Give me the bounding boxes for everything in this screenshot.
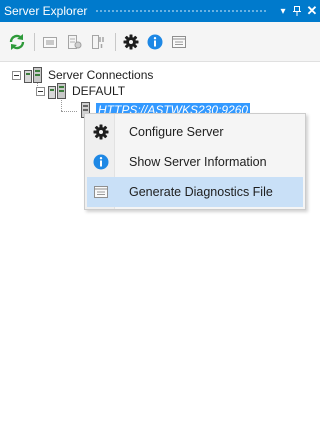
tree-node-server-connections[interactable]: Server Connections <box>12 67 153 83</box>
pin-icon <box>293 6 301 16</box>
refresh-icon <box>9 33 25 50</box>
collapse-toggle[interactable] <box>36 86 45 96</box>
menu-item-generate-diagnostics-file[interactable]: Generate Diagnostics File <box>87 177 303 207</box>
window-options-dropdown[interactable]: ▾ <box>276 0 290 22</box>
tree-node-default[interactable]: DEFAULT <box>36 83 125 99</box>
diagnostics-button[interactable] <box>168 31 190 53</box>
gear-icon <box>93 124 109 140</box>
server-info-button[interactable] <box>144 31 166 53</box>
connect-icon <box>68 34 82 49</box>
info-icon <box>93 154 109 170</box>
disconnect-icon <box>92 34 104 49</box>
server-group-icon <box>24 67 42 83</box>
explorer-toolbar <box>0 22 320 62</box>
connect-button[interactable] <box>63 31 85 53</box>
autohide-pin-button[interactable] <box>290 0 304 22</box>
diagnostics-icon <box>94 186 108 198</box>
window-title: Server Explorer <box>4 4 88 18</box>
info-icon <box>147 34 163 49</box>
toolbar-separator <box>34 32 35 51</box>
menu-item-label: Configure Server <box>129 125 224 139</box>
tree-node-label: Server Connections <box>48 68 154 82</box>
menu-item-label: Generate Diagnostics File <box>129 185 273 199</box>
refresh-button[interactable] <box>6 31 28 53</box>
context-menu: Configure Server Show Server Information… <box>84 113 306 210</box>
titlebar-grip[interactable] <box>95 8 268 14</box>
collapse-toggle[interactable] <box>12 70 21 80</box>
disconnect-button[interactable] <box>87 31 109 53</box>
tree-connector <box>61 111 77 112</box>
server-group-icon <box>48 83 66 99</box>
menu-item-show-server-information[interactable]: Show Server Information <box>87 147 303 177</box>
menu-item-label: Show Server Information <box>129 155 267 169</box>
menu-item-configure-server[interactable]: Configure Server <box>87 117 303 147</box>
tree-connector <box>61 98 62 111</box>
toolbar-separator <box>115 32 116 51</box>
diagnostics-icon <box>172 35 186 48</box>
add-connection-button[interactable] <box>39 31 61 53</box>
gear-icon <box>123 34 139 49</box>
configure-button[interactable] <box>120 31 142 53</box>
add-connection-icon <box>43 36 57 48</box>
close-button[interactable]: ✕ <box>304 0 320 22</box>
tool-window-titlebar: Server Explorer ▾ ✕ <box>0 0 320 22</box>
tree-node-label: DEFAULT <box>72 84 126 98</box>
